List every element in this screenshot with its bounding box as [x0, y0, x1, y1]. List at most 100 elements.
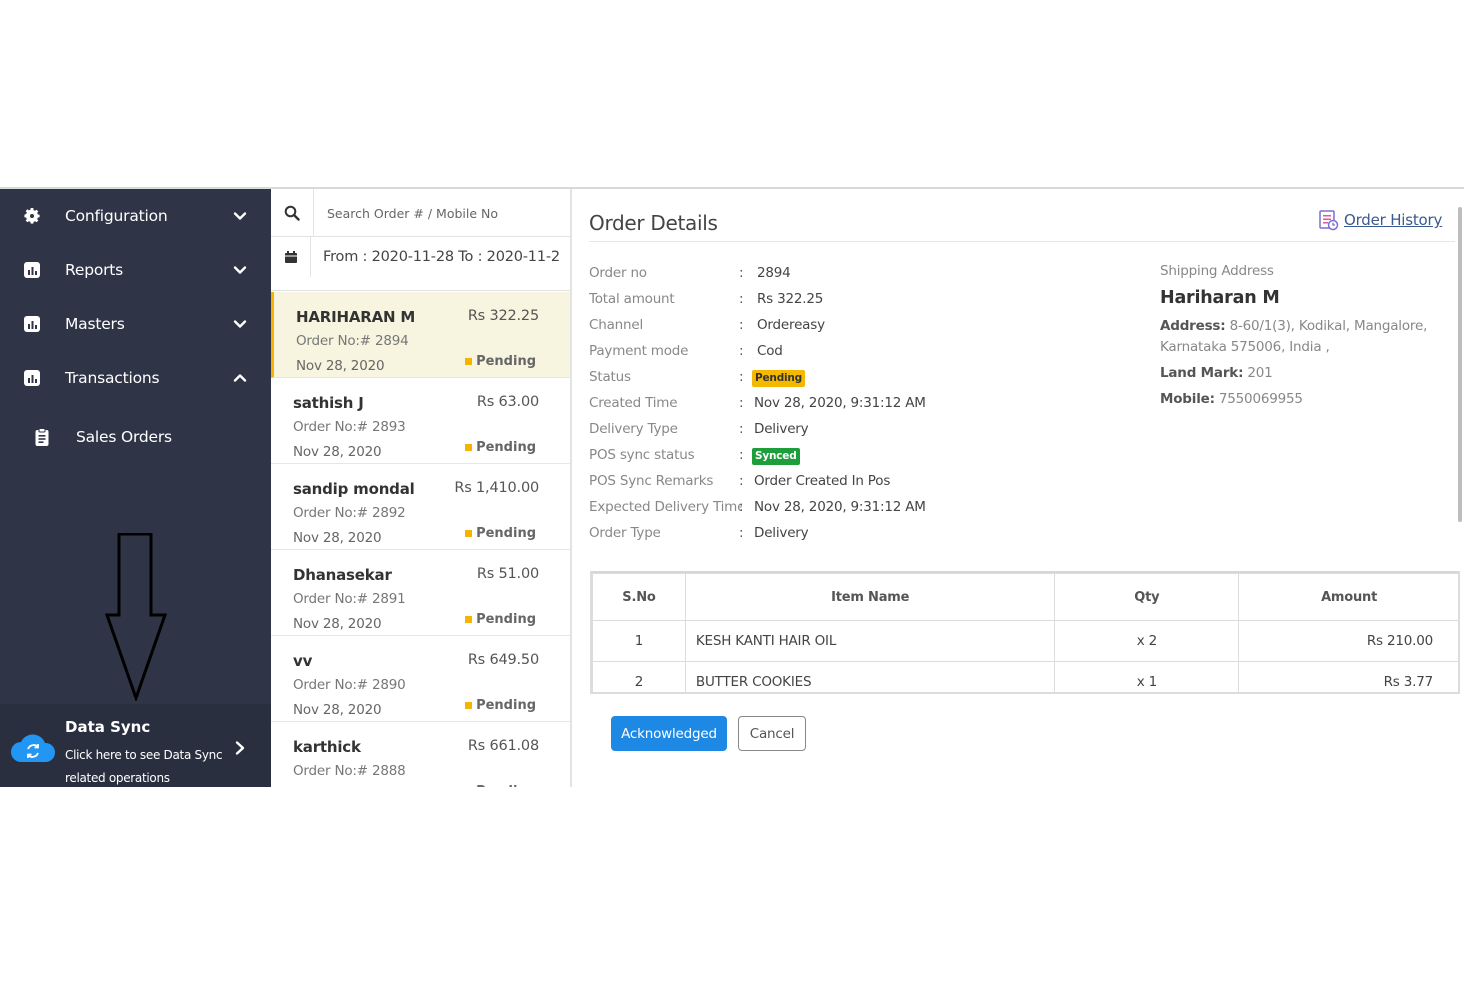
- separator: :: [739, 447, 744, 463]
- order-customer-name: sandip mondal: [293, 480, 415, 498]
- gear-icon: [22, 206, 42, 226]
- clipboard-icon: [32, 427, 52, 447]
- order-customer-name: HARIHARAN M: [296, 308, 416, 326]
- search-icon[interactable]: [271, 189, 314, 237]
- order-card[interactable]: sathish J Rs 63.00 Order No:# 2893 Nov 28, …: [271, 378, 570, 464]
- detail-row: Total amount: Rs 322.25: [589, 291, 1149, 311]
- order-customer-name: vv: [293, 652, 313, 670]
- search-input[interactable]: [327, 206, 557, 221]
- data-sync-title: Data Sync: [65, 718, 151, 736]
- items-table-wrapper: S.No Item Name Qty Amount 1 KESH KANTI H…: [590, 571, 1460, 694]
- status-badge: Pending: [752, 370, 805, 387]
- separator: :: [739, 499, 744, 515]
- status-dot: [465, 358, 473, 365]
- order-details-panel: Order Details Order History Order no:289…: [572, 189, 1464, 787]
- data-sync-description: Click here to see Data Sync related oper…: [65, 748, 223, 785]
- order-card[interactable]: vv Rs 649.50 Order No:# 2890 Nov 28, 2020 Pe…: [271, 636, 570, 722]
- cell-item-name: KESH KANTI HAIR OIL: [684, 620, 1056, 662]
- column-header: Amount: [1238, 573, 1458, 621]
- scrollbar[interactable]: [1458, 207, 1462, 522]
- page-title: Order Details: [589, 211, 718, 235]
- cell-qty: x 2: [1054, 620, 1240, 662]
- detail-value: Cod: [757, 343, 783, 359]
- acknowledge-button[interactable]: Acknowledged: [611, 716, 727, 751]
- status-text: Pending: [476, 354, 536, 369]
- detail-row: Delivery Type: Delivery: [589, 421, 1149, 441]
- detail-value: 2894: [757, 265, 791, 281]
- detail-row: Expected Delivery Time: Nov 28, 2020, 9:3…: [589, 499, 1149, 519]
- date-range-text: From : 2020-11-28 To : 2020-11-28: [323, 249, 559, 265]
- sidebar-item-label: Masters: [65, 315, 125, 333]
- bar-chart-icon: [22, 368, 42, 388]
- shipping-landmark: Land Mark: 201: [1160, 365, 1273, 381]
- sidebar-item-masters[interactable]: Masters: [0, 297, 271, 351]
- table-header-row: S.No Item Name Qty Amount: [592, 573, 1458, 621]
- sidebar-item-configuration[interactable]: Configuration: [0, 189, 271, 243]
- detail-key: Delivery Type: [589, 421, 678, 437]
- order-amount: Rs 51.00: [476, 566, 539, 582]
- shipping-address-line: Address: 8-60/1(3), Kodikal, Mangalore, …: [1160, 318, 1428, 355]
- shipping-label: Shipping Address: [1160, 263, 1274, 279]
- status-dot: [465, 530, 473, 537]
- divider: [589, 241, 1455, 242]
- detail-value: Rs 322.25: [757, 291, 824, 307]
- detail-value: Ordereasy: [757, 317, 825, 333]
- table-row: 2 BUTTER COOKIES x 1 Rs 3.77: [592, 661, 1458, 692]
- detail-row: Created Time: Nov 28, 2020, 9:31:12 AM: [589, 395, 1149, 415]
- detail-key: Channel: [589, 317, 644, 333]
- shipping-mobile: Mobile: 7550069955: [1160, 391, 1303, 407]
- calendar-icon: [271, 237, 311, 277]
- order-card[interactable]: karthickRs 661.08Order No:# 2888Nov 28, …: [271, 722, 570, 787]
- chevron-up-icon: [230, 368, 250, 388]
- detail-value: Order Created In Pos: [754, 473, 891, 489]
- shipping-address: Shipping Address Hariharan M Address: 8-…: [1160, 263, 1450, 410]
- detail-row: Order no:2894: [589, 265, 1149, 285]
- cell-qty: x 1: [1054, 661, 1240, 692]
- order-card[interactable]: HARIHARAN M Rs 322.25 Order No:# 2894 Nov 2…: [271, 292, 570, 378]
- sidebar-item-reports[interactable]: Reports: [0, 243, 271, 297]
- order-number: Order No:# 2892: [293, 505, 406, 521]
- detail-row: Status: Pending: [589, 369, 1149, 389]
- status-dot: [465, 702, 473, 709]
- data-sync-panel[interactable]: Data Sync Click here to see Data Sync re…: [0, 704, 271, 787]
- chevron-right-icon: [232, 740, 248, 761]
- detail-key: Total amount: [589, 291, 675, 307]
- detail-key: Payment mode: [589, 343, 689, 359]
- separator: :: [739, 473, 744, 489]
- order-customer-name: Dhanasekar: [293, 566, 392, 584]
- order-amount: Rs 649.50: [467, 652, 539, 668]
- date-range-filter[interactable]: From : 2020-11-28 To : 2020-11-28: [271, 237, 570, 291]
- order-amount: Rs 1,410.00: [454, 480, 539, 496]
- order-number: Order No:# 2888: [293, 763, 406, 779]
- cell-item-name: BUTTER COOKIES: [684, 661, 1056, 692]
- sidebar-item-transactions[interactable]: Transactions: [0, 351, 271, 405]
- cloud-sync-icon: [10, 734, 56, 769]
- detail-key: Order no: [589, 265, 647, 281]
- order-number: Order No:# 2893: [293, 419, 406, 435]
- bar-chart-icon: [22, 314, 42, 334]
- order-customer-name: karthick: [293, 738, 361, 756]
- sidebar: Configuration Reports Masters Transactio…: [0, 189, 271, 787]
- detail-key: POS sync status: [589, 447, 695, 463]
- table-row: 1 KESH KANTI HAIR OIL x 2 Rs 210.00: [592, 620, 1458, 662]
- detail-row: POS Sync Remarks: Order Created In Pos: [589, 473, 1149, 493]
- order-number: Order No:# 2891: [293, 591, 406, 607]
- order-card[interactable]: sandip mondal Rs 1,410.00 Order No:# 2892 N…: [271, 464, 570, 550]
- order-history-link[interactable]: Order History: [1317, 209, 1442, 231]
- detail-key: POS Sync Remarks: [589, 473, 714, 489]
- detail-row: Channel: Ordereasy: [589, 317, 1149, 337]
- order-card[interactable]: Dhanasekar Rs 51.00 Order No:# 2891 Nov 28,…: [271, 550, 570, 636]
- cancel-button[interactable]: Cancel: [738, 716, 806, 751]
- status-badge: Pending: [465, 784, 536, 787]
- detail-row: Payment mode: Cod: [589, 343, 1149, 363]
- sidebar-item-sales-orders[interactable]: Sales Orders: [0, 410, 271, 464]
- order-date: Nov 28, 2020: [293, 444, 382, 460]
- column-header: S.No: [592, 573, 686, 621]
- detail-value: Delivery: [754, 525, 809, 541]
- order-list-panel: From : 2020-11-28 To : 2020-11-28 HARIHA…: [271, 189, 572, 787]
- detail-value: Pending: [752, 369, 805, 387]
- status-dot: [465, 616, 473, 623]
- order-date: Nov 28, 2020: [293, 616, 382, 632]
- order-amount: Rs 322.25: [467, 308, 539, 324]
- separator: :: [739, 343, 744, 359]
